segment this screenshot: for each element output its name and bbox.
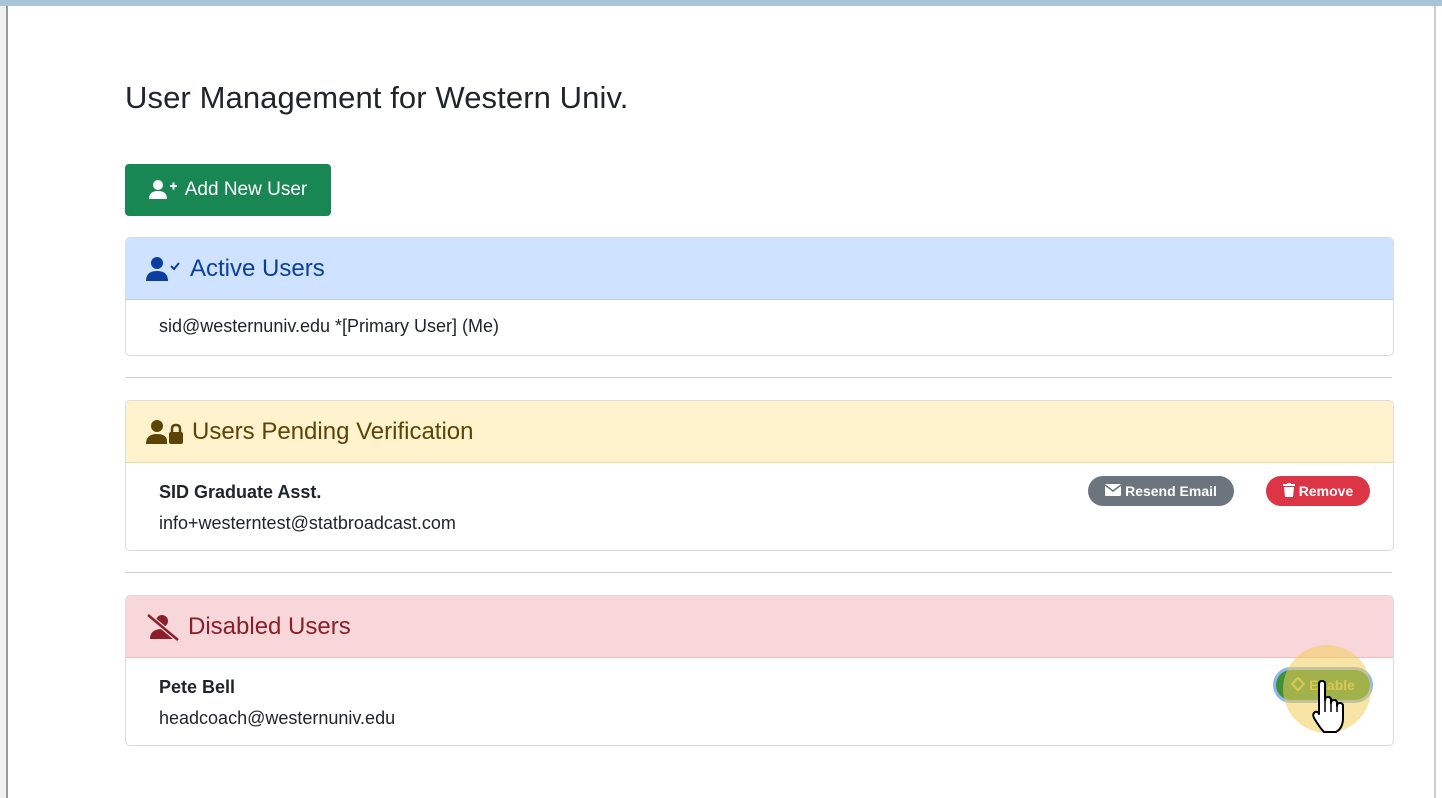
add-new-user-label: Add New User xyxy=(184,179,308,200)
pending-users-card: Users Pending Verification SID Graduate … xyxy=(125,400,1394,551)
disabled-user-name: Pete Bell xyxy=(159,677,236,697)
disabled-users-card: Disabled Users Pete Bell headcoach@weste… xyxy=(125,595,1394,746)
remove-button[interactable]: Remove xyxy=(1266,476,1370,506)
pending-user-name: SID Graduate Asst. xyxy=(159,482,322,502)
window-top-border xyxy=(0,0,1442,6)
pending-users-heading: Users Pending Verification xyxy=(192,417,474,445)
user-lock-icon xyxy=(146,418,184,446)
window-border-right xyxy=(1434,6,1436,798)
disabled-users-heading: Disabled Users xyxy=(188,612,351,640)
disabled-users-header: Disabled Users xyxy=(126,596,1393,658)
active-user-row: sid@westernuniv.edu *[Primary User] (Me) xyxy=(159,316,500,336)
section-divider xyxy=(125,572,1392,573)
resend-email-button[interactable]: Resend Email xyxy=(1088,476,1234,506)
power-icon xyxy=(1290,676,1306,694)
page-title: User Management for Western Univ. xyxy=(125,80,629,115)
user-slash-icon xyxy=(146,612,180,641)
envelope-icon xyxy=(1104,483,1122,499)
active-users-header: Active Users xyxy=(126,238,1393,300)
window-border-left xyxy=(6,0,8,798)
active-users-heading: Active Users xyxy=(190,254,325,282)
disabled-user-email: headcoach@westernuniv.edu xyxy=(159,708,396,728)
remove-label: Remove xyxy=(1298,483,1354,499)
user-plus-icon xyxy=(148,179,179,201)
pending-users-header: Users Pending Verification xyxy=(126,401,1393,463)
enable-label: Enable xyxy=(1309,677,1355,693)
enable-button[interactable]: Enable xyxy=(1276,670,1370,700)
add-new-user-button[interactable]: Add New User xyxy=(125,164,331,216)
resend-email-label: Resend Email xyxy=(1125,483,1217,499)
user-check-icon xyxy=(146,255,182,283)
pending-user-email: info+westerntest@statbroadcast.com xyxy=(159,513,456,533)
section-divider xyxy=(125,377,1392,378)
active-users-card: Active Users sid@westernuniv.edu *[Prima… xyxy=(125,237,1394,356)
trash-icon xyxy=(1282,482,1295,500)
